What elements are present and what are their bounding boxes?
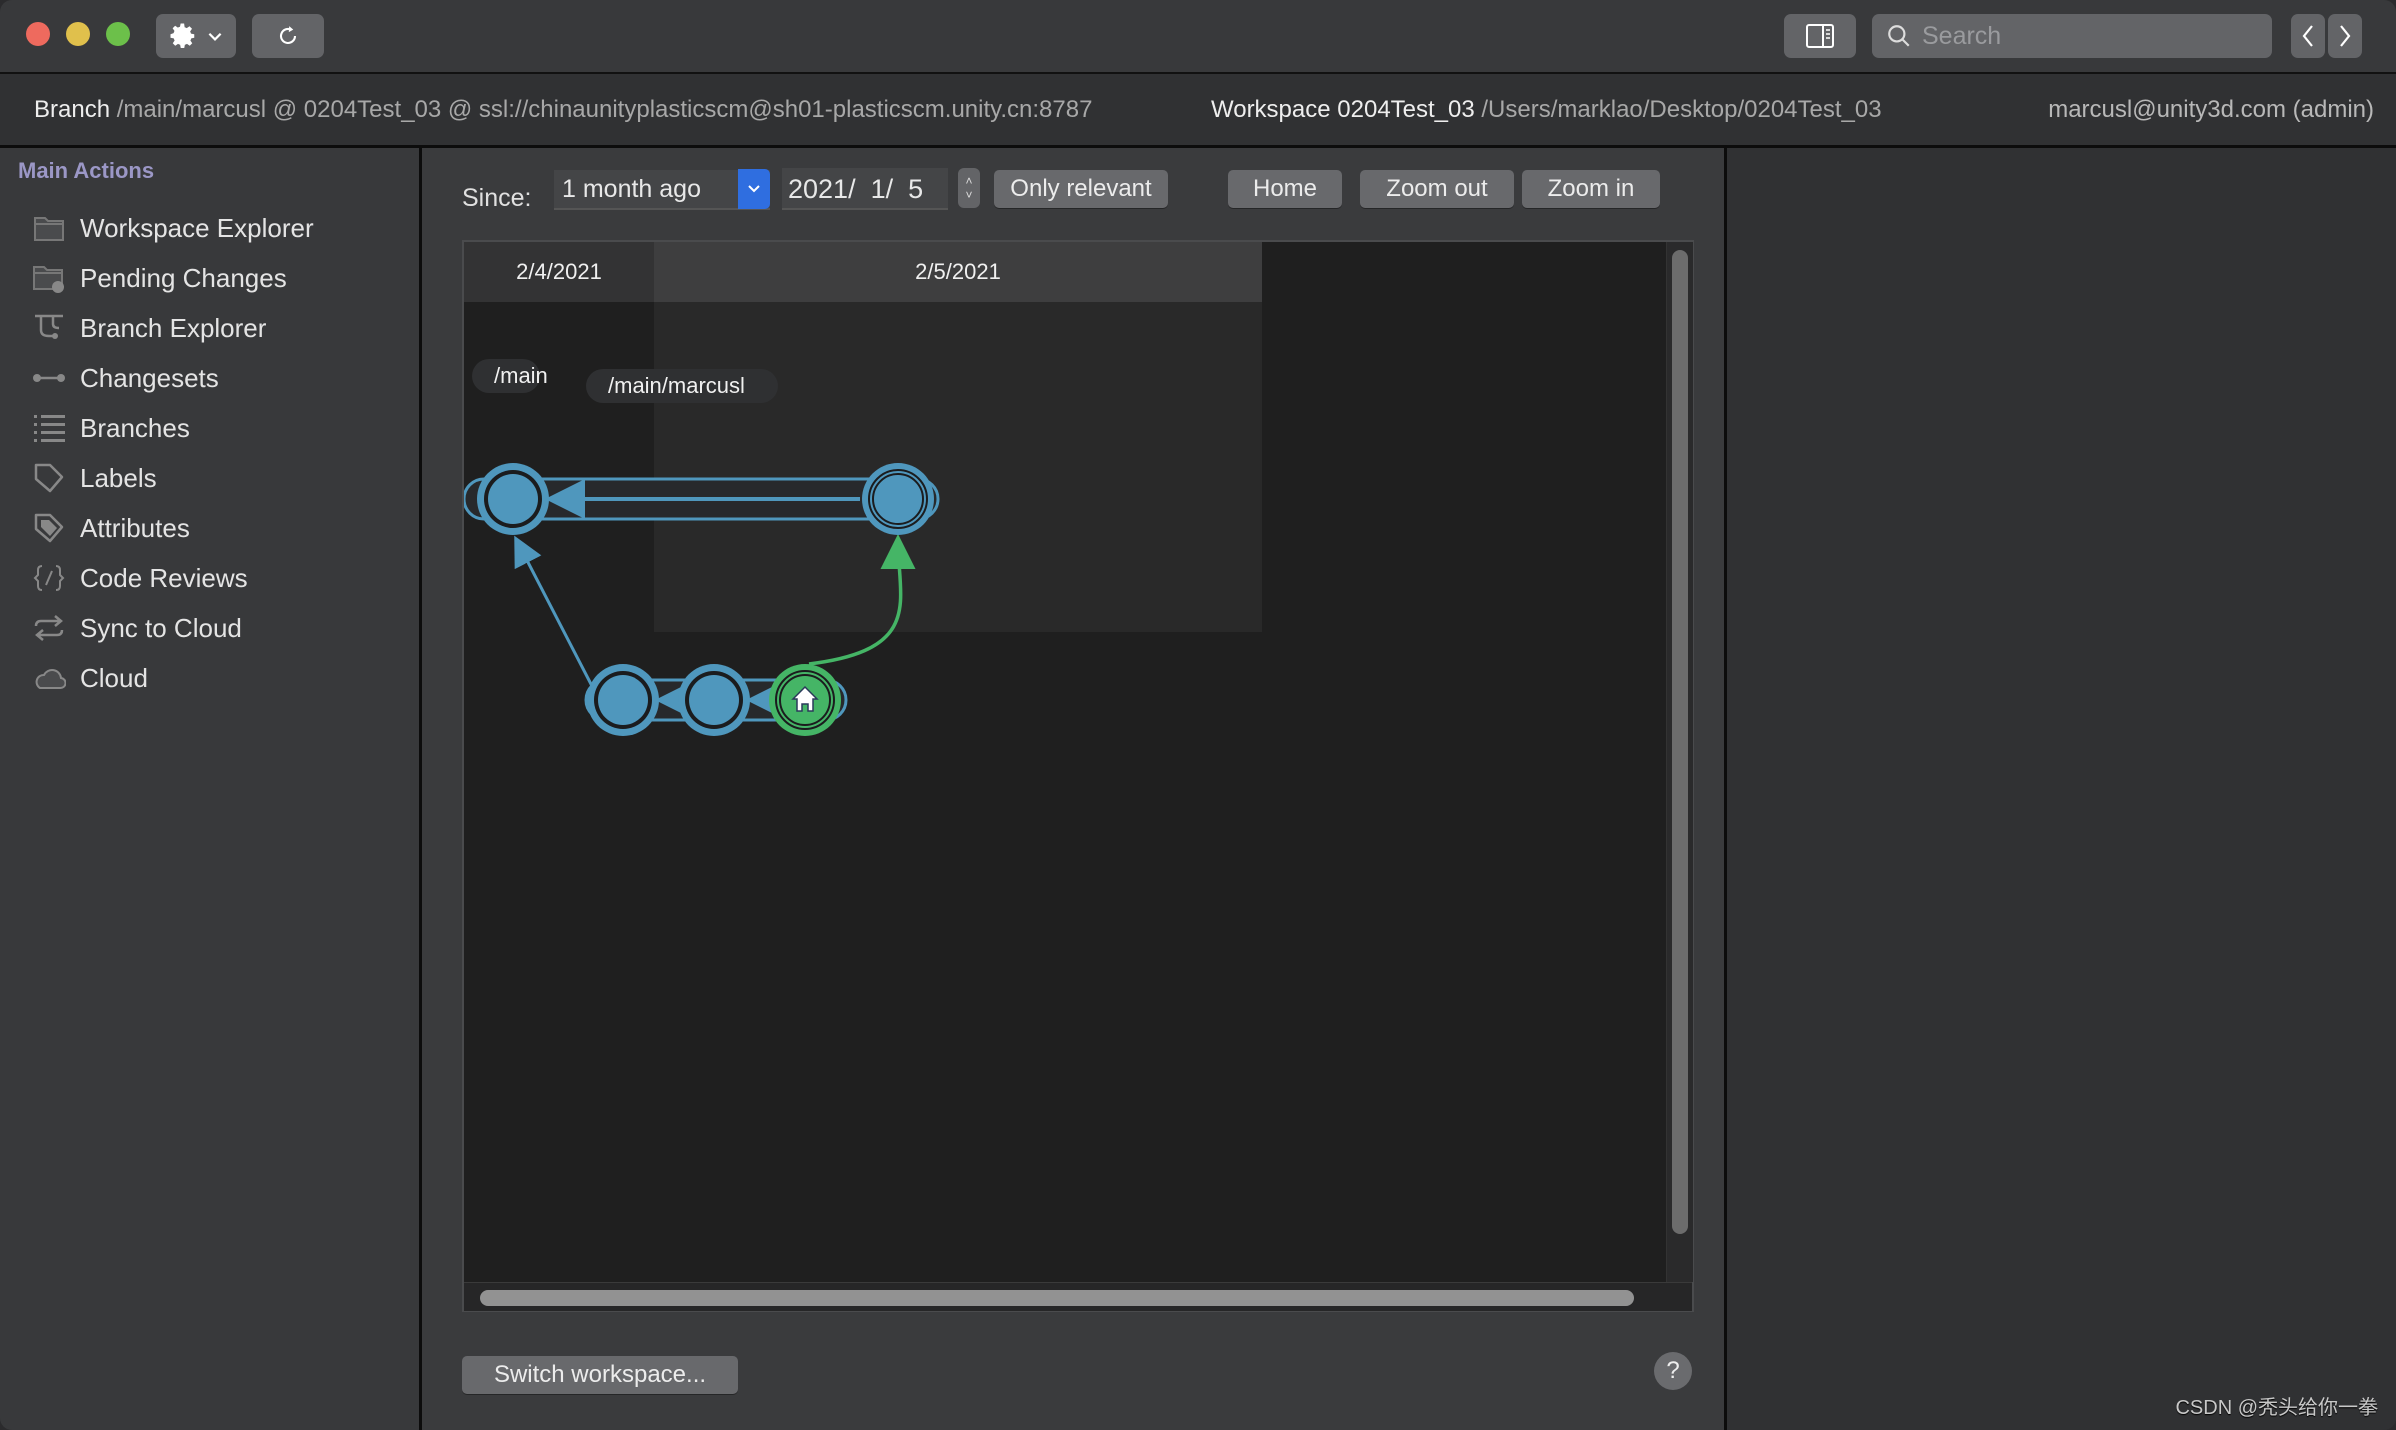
- sidebar-item-label: Code Reviews: [80, 562, 248, 593]
- tag-icon: [32, 461, 66, 495]
- date-stepper[interactable]: ˄ ˅: [958, 168, 980, 208]
- user-info: marcusl@unity3d.com (admin): [2048, 96, 2374, 123]
- title-bar: [0, 0, 2396, 74]
- folder-icon: [32, 211, 66, 245]
- sidebar-item-label: Labels: [80, 462, 157, 493]
- dropdown-arrow[interactable]: [738, 169, 770, 209]
- changeset-node-fill: [488, 474, 538, 524]
- branch-value: /main/marcusl @ 0204Test_03 @ ssl://chin…: [116, 96, 1093, 123]
- workspace-label: Workspace 0204Test_03: [1211, 96, 1475, 123]
- workspace-info: Workspace 0204Test_03 /Users/marklao/Des…: [1211, 74, 1882, 145]
- only-relevant-button[interactable]: Only relevant: [994, 170, 1168, 208]
- help-button[interactable]: ?: [1654, 1352, 1692, 1390]
- branch-info: Branch /main/marcusl @ 0204Test_03 @ ssl…: [34, 74, 1092, 145]
- sidebar-item-attributes[interactable]: Attributes: [0, 503, 419, 553]
- code-review-icon: [32, 561, 66, 595]
- home-button[interactable]: Home: [1228, 170, 1342, 208]
- details-panel: CSDN @秃头给你一拳: [1727, 148, 2396, 1430]
- sync-icon: [32, 611, 66, 645]
- sidebar-item-label: Changesets: [80, 362, 219, 393]
- branch-origin-link: [514, 535, 595, 689]
- sidebar-item-label: Cloud: [80, 662, 148, 693]
- vertical-scrollbar-thumb[interactable]: [1672, 250, 1688, 1234]
- sidebar-item-label: Pending Changes: [80, 262, 287, 293]
- since-label: Since:: [462, 184, 532, 212]
- settings-menu-button[interactable]: [156, 14, 236, 58]
- changeset-node-fill: [689, 675, 739, 725]
- refresh-button[interactable]: [252, 14, 324, 58]
- sidebar: Main Actions Workspace Explorer Pending …: [0, 148, 422, 1430]
- minimize-window-button[interactable]: [66, 22, 90, 46]
- cloud-icon: [32, 661, 66, 695]
- zoom-out-button[interactable]: Zoom out: [1360, 170, 1514, 208]
- sidebar-item-cloud[interactable]: Cloud: [0, 653, 419, 703]
- forward-button[interactable]: [2328, 14, 2362, 58]
- branch-label: /main: [494, 363, 548, 388]
- sidebar-heading: Main Actions: [18, 158, 155, 183]
- stepper-up-icon[interactable]: ˄: [965, 174, 972, 188]
- branch-explorer-icon: [32, 311, 66, 345]
- sidebar-item-labels[interactable]: Labels: [0, 453, 419, 503]
- sidebar-item-workspace-explorer[interactable]: Workspace Explorer: [0, 203, 419, 253]
- chevron-right-icon: [2340, 25, 2351, 47]
- changesets-icon: [32, 361, 66, 395]
- chevron-down-icon: [208, 32, 222, 41]
- changeset-node-fill: [598, 675, 648, 725]
- sidebar-item-branches[interactable]: Branches: [0, 403, 419, 453]
- sidebar-item-changesets[interactable]: Changesets: [0, 353, 419, 403]
- close-window-button[interactable]: [26, 22, 50, 46]
- search-input[interactable]: [1920, 20, 2244, 52]
- gear-icon: [170, 23, 195, 49]
- sidebar-item-label: Attributes: [80, 512, 190, 543]
- sidebar-toggle-button[interactable]: [1784, 14, 1856, 58]
- zoom-in-button[interactable]: Zoom in: [1522, 170, 1660, 208]
- sidebar-item-label: Branches: [80, 412, 190, 443]
- list-icon: [32, 411, 66, 445]
- since-dropdown-value: 1 month ago: [562, 174, 701, 203]
- branch-label: /main/marcusl: [608, 373, 745, 398]
- since-date-field[interactable]: 2021/ 1/ 5: [782, 168, 948, 210]
- chevron-left-icon: [2302, 25, 2313, 47]
- attribute-tag-icon: [32, 511, 66, 545]
- refresh-icon: [279, 26, 297, 45]
- watermark: CSDN @秃头给你一拳: [2175, 1397, 2378, 1419]
- switch-workspace-button[interactable]: Switch workspace...: [462, 1356, 738, 1394]
- search-icon: [1888, 25, 1910, 47]
- workspace-path: /Users/marklao/Desktop/0204Test_03: [1481, 96, 1882, 123]
- sidebar-item-label: Sync to Cloud: [80, 612, 242, 643]
- sidebar-item-label: Workspace Explorer: [80, 212, 314, 243]
- workspace-info-bar: Branch /main/marcusl @ 0204Test_03 @ ssl…: [0, 74, 2396, 148]
- sidebar-item-sync-to-cloud[interactable]: Sync to Cloud: [0, 603, 419, 653]
- app-window: Branch /main/marcusl @ 0204Test_03 @ ssl…: [0, 0, 2396, 1430]
- sidebar-item-code-reviews[interactable]: Code Reviews: [0, 553, 419, 603]
- branch-label: Branch: [34, 96, 111, 123]
- sidebar-item-label: Branch Explorer: [80, 312, 267, 343]
- search-field[interactable]: [1872, 14, 2272, 58]
- since-dropdown[interactable]: 1 month ago: [554, 169, 770, 210]
- chevron-down-icon: [748, 185, 760, 193]
- branch-explorer-panel: Since: 1 month ago 2021/ 1/ 5 ˄ ˅ Only r…: [422, 148, 1727, 1430]
- sidebar-item-branch-explorer[interactable]: Branch Explorer: [0, 303, 419, 353]
- sidebar-toggle-icon: [1806, 24, 1834, 48]
- date-column-shade: [654, 302, 1262, 632]
- sidebar-item-pending-changes[interactable]: Pending Changes: [0, 253, 419, 303]
- branch-graph-canvas[interactable]: /main/main/marcusl: [464, 242, 1664, 1278]
- sidebar-list: Workspace Explorer Pending Changes Branc…: [0, 203, 419, 703]
- maximize-window-button[interactable]: [106, 22, 130, 46]
- back-button[interactable]: [2291, 14, 2325, 58]
- branch-graph[interactable]: 2/4/2021 2/5/2021 /main/main/marcusl: [462, 240, 1694, 1312]
- horizontal-scrollbar-thumb[interactable]: [480, 1290, 1634, 1306]
- pending-changes-icon: [32, 261, 66, 295]
- stepper-down-icon[interactable]: ˅: [965, 188, 972, 202]
